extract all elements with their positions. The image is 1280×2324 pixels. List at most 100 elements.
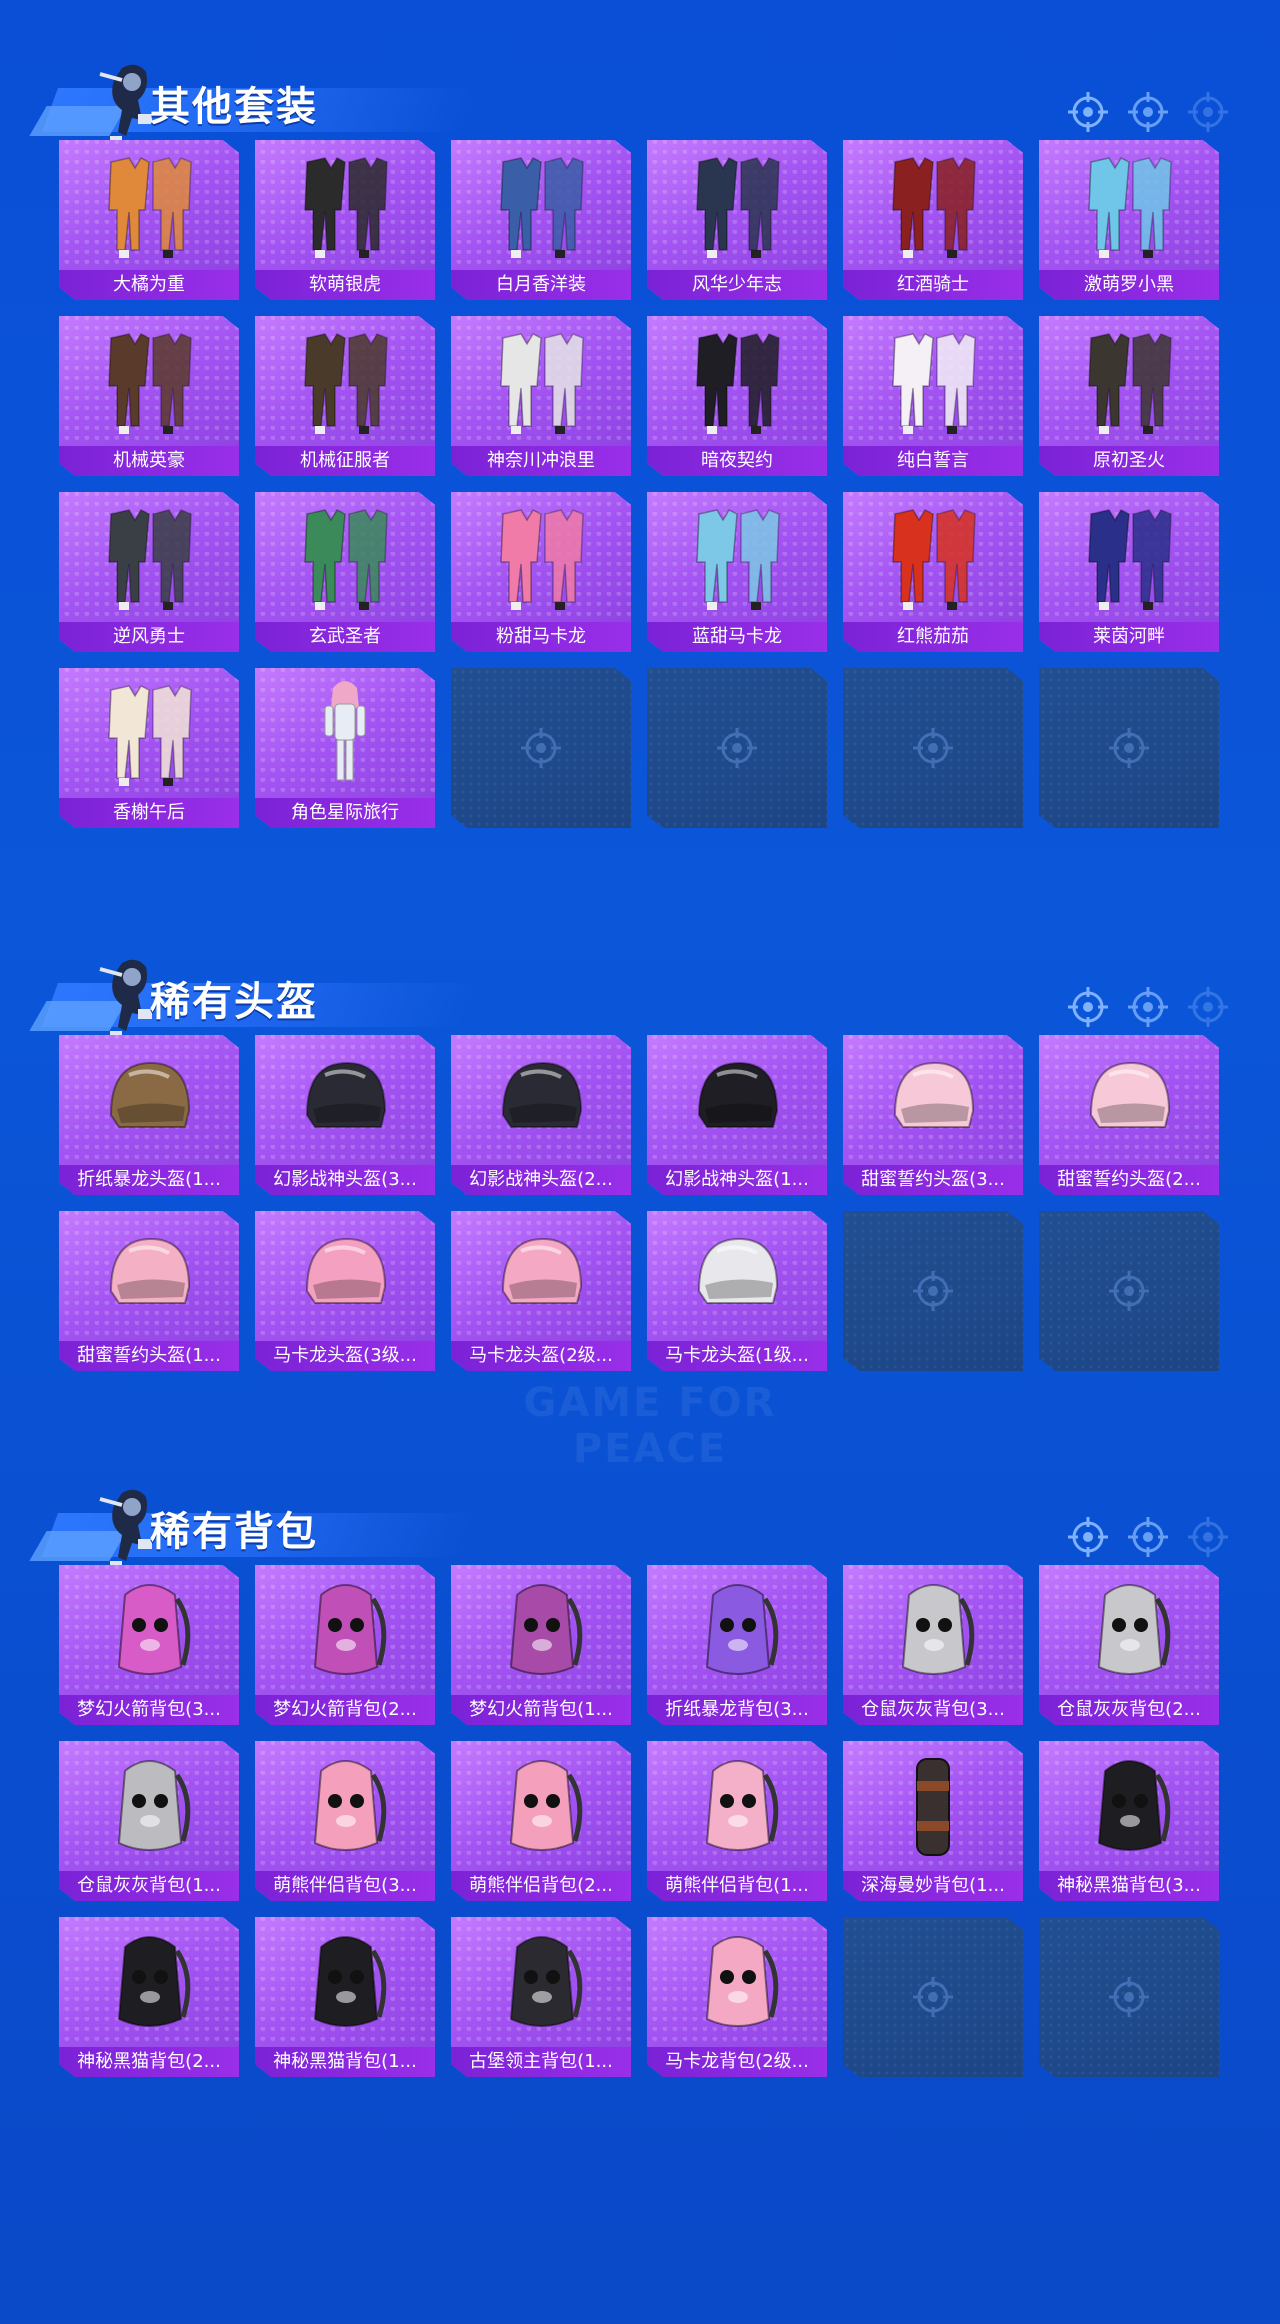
item-card[interactable]: 大橘为重 xyxy=(59,140,239,300)
item-card[interactable]: 暗夜契约 xyxy=(647,316,827,476)
item-card[interactable]: 香榭午后 xyxy=(59,668,239,828)
item-card[interactable]: 角色星际旅行 xyxy=(255,668,435,828)
item-card[interactable]: 软萌银虎 xyxy=(255,140,435,300)
item-card[interactable]: 深海曼妙背包(1... xyxy=(843,1741,1023,1901)
backpack-image xyxy=(295,1927,395,2037)
outfit-image xyxy=(295,502,395,612)
section-header: 其他套装 xyxy=(0,40,1280,146)
empty-slot xyxy=(647,668,827,828)
item-card[interactable]: 梦幻火箭背包(2... xyxy=(255,1565,435,1725)
item-label: 马卡龙头盔(3级... xyxy=(255,1341,435,1371)
item-label: 甜蜜誓约头盔(2... xyxy=(1039,1165,1219,1195)
item-label: 风华少年志 xyxy=(647,270,827,300)
outfit-image xyxy=(99,502,199,612)
item-label: 角色星际旅行 xyxy=(255,798,435,828)
item-label: 神奈川冲浪里 xyxy=(451,446,631,476)
item-grid: 折纸暴龙头盔(1... 幻影战神头盔(3... 幻影战神头盔(2... 幻影战神… xyxy=(59,1035,1219,1371)
backpack-image xyxy=(687,1927,787,2037)
item-label: 暗夜契约 xyxy=(647,446,827,476)
helmet-image xyxy=(1079,1045,1179,1155)
outfit-image xyxy=(1079,150,1179,260)
section-title: 其他套装 xyxy=(150,84,318,130)
item-card[interactable]: 神奈川冲浪里 xyxy=(451,316,631,476)
item-card[interactable]: 仓鼠灰灰背包(3... xyxy=(843,1565,1023,1725)
item-label: 梦幻火箭背包(2... xyxy=(255,1695,435,1725)
item-card[interactable]: 甜蜜誓约头盔(3... xyxy=(843,1035,1023,1195)
item-card[interactable]: 马卡龙头盔(1级... xyxy=(647,1211,827,1371)
empty-slot xyxy=(843,1917,1023,2077)
item-card[interactable]: 神秘黑猫背包(3... xyxy=(1039,1741,1219,1901)
item-label: 幻影战神头盔(1... xyxy=(647,1165,827,1195)
item-card[interactable]: 幻影战神头盔(3... xyxy=(255,1035,435,1195)
item-card[interactable]: 纯白誓言 xyxy=(843,316,1023,476)
item-card[interactable]: 梦幻火箭背包(1... xyxy=(451,1565,631,1725)
item-label: 神秘黑猫背包(3... xyxy=(1039,1871,1219,1901)
section-1: 稀有头盔 折纸暴龙头盔(1... 幻影战神头盔(3... 幻影战神头盔(2...… xyxy=(0,935,1280,1371)
item-card[interactable]: 幻影战神头盔(2... xyxy=(451,1035,631,1195)
item-label: 萌熊伴侣背包(2... xyxy=(451,1871,631,1901)
item-card[interactable]: 红熊茄茄 xyxy=(843,492,1023,652)
outfit-image xyxy=(491,326,591,436)
target-icon xyxy=(1066,1515,1110,1559)
decor-targets xyxy=(1066,985,1230,1029)
item-card[interactable]: 萌熊伴侣背包(2... xyxy=(451,1741,631,1901)
item-label: 古堡领主背包(1... xyxy=(451,2047,631,2077)
helmet-image xyxy=(295,1221,395,1331)
target-icon xyxy=(1126,985,1170,1029)
backpack-image xyxy=(99,1751,199,1861)
item-card[interactable]: 神秘黑猫背包(2... xyxy=(59,1917,239,2077)
item-card[interactable]: 幻影战神头盔(1... xyxy=(647,1035,827,1195)
empty-slot xyxy=(1039,668,1219,828)
target-icon xyxy=(1066,90,1110,134)
outfit-image xyxy=(295,150,395,260)
item-card[interactable]: 蓝甜马卡龙 xyxy=(647,492,827,652)
item-card[interactable]: 风华少年志 xyxy=(647,140,827,300)
item-label: 白月香洋装 xyxy=(451,270,631,300)
item-label: 萌熊伴侣背包(1... xyxy=(647,1871,827,1901)
backpack-image xyxy=(491,1927,591,2037)
item-card[interactable]: 机械英豪 xyxy=(59,316,239,476)
item-card[interactable]: 古堡领主背包(1... xyxy=(451,1917,631,2077)
backpack-image xyxy=(687,1751,787,1861)
item-card[interactable]: 莱茵河畔 xyxy=(1039,492,1219,652)
item-card[interactable]: 神秘黑猫背包(1... xyxy=(255,1917,435,2077)
item-card[interactable]: 逆风勇士 xyxy=(59,492,239,652)
section-header: 稀有背包 xyxy=(0,1465,1280,1571)
backpack-image xyxy=(99,1575,199,1685)
item-label: 机械英豪 xyxy=(59,446,239,476)
outfit-image xyxy=(99,150,199,260)
item-grid: 大橘为重 软萌银虎 白月香洋装 风华少年志 红酒骑士 激萌罗小黑 机械英豪 机械… xyxy=(59,140,1219,828)
item-card[interactable]: 甜蜜誓约头盔(2... xyxy=(1039,1035,1219,1195)
target-icon xyxy=(1126,1515,1170,1559)
item-card[interactable]: 马卡龙头盔(2级... xyxy=(451,1211,631,1371)
item-card[interactable]: 玄武圣者 xyxy=(255,492,435,652)
empty-slot xyxy=(843,668,1023,828)
item-card[interactable]: 梦幻火箭背包(3... xyxy=(59,1565,239,1725)
item-card[interactable]: 萌熊伴侣背包(3... xyxy=(255,1741,435,1901)
item-label: 折纸暴龙头盔(1... xyxy=(59,1165,239,1195)
helmet-image xyxy=(687,1045,787,1155)
outfit-image xyxy=(491,150,591,260)
outfit-image xyxy=(1079,326,1179,436)
empty-slot xyxy=(1039,1917,1219,2077)
item-card[interactable]: 机械征服者 xyxy=(255,316,435,476)
item-card[interactable]: 仓鼠灰灰背包(1... xyxy=(59,1741,239,1901)
item-label: 逆风勇士 xyxy=(59,622,239,652)
item-card[interactable]: 折纸暴龙头盔(1... xyxy=(59,1035,239,1195)
helmet-image xyxy=(491,1045,591,1155)
outfit-image xyxy=(883,150,983,260)
item-card[interactable]: 甜蜜誓约头盔(1... xyxy=(59,1211,239,1371)
item-card[interactable]: 仓鼠灰灰背包(2... xyxy=(1039,1565,1219,1725)
item-label: 深海曼妙背包(1... xyxy=(843,1871,1023,1901)
item-card[interactable]: 原初圣火 xyxy=(1039,316,1219,476)
item-label: 仓鼠灰灰背包(1... xyxy=(59,1871,239,1901)
item-card[interactable]: 折纸暴龙背包(3... xyxy=(647,1565,827,1725)
item-card[interactable]: 萌熊伴侣背包(1... xyxy=(647,1741,827,1901)
item-card[interactable]: 红酒骑士 xyxy=(843,140,1023,300)
item-card[interactable]: 马卡龙背包(2级... xyxy=(647,1917,827,2077)
item-card[interactable]: 马卡龙头盔(3级... xyxy=(255,1211,435,1371)
item-card[interactable]: 激萌罗小黑 xyxy=(1039,140,1219,300)
item-card[interactable]: 白月香洋装 xyxy=(451,140,631,300)
item-card[interactable]: 粉甜马卡龙 xyxy=(451,492,631,652)
bottle-image xyxy=(883,1751,983,1861)
